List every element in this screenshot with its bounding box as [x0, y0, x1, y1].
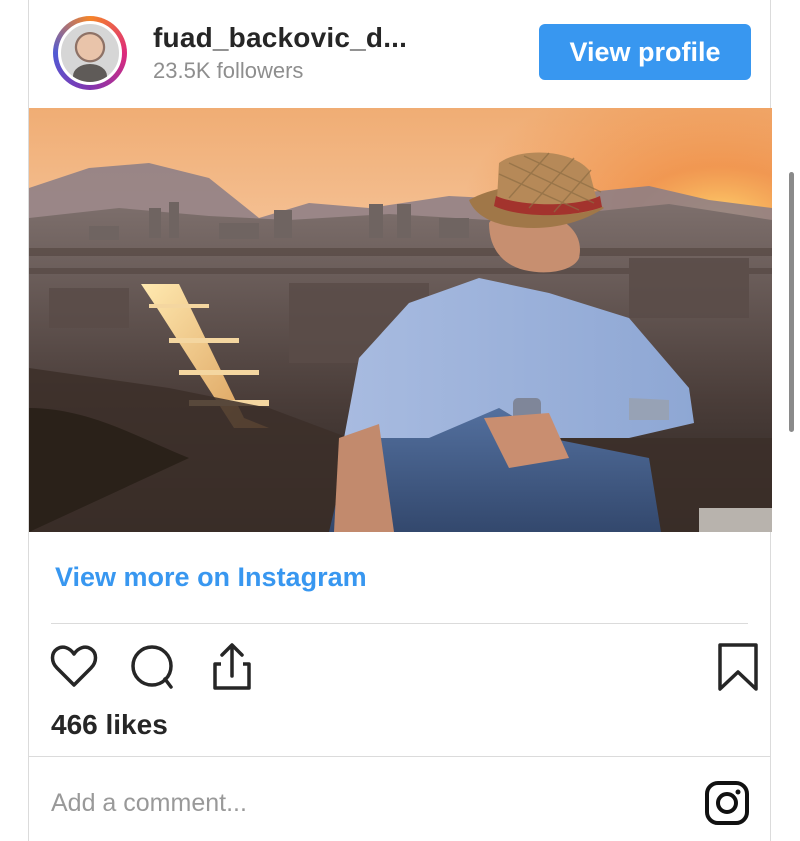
comment-icon[interactable]	[125, 640, 179, 694]
divider	[51, 623, 748, 624]
heart-icon[interactable]	[47, 640, 101, 694]
username[interactable]: fuad_backovic_d...	[153, 22, 407, 54]
profile-avatar[interactable]	[53, 16, 127, 90]
post-photo[interactable]	[29, 108, 772, 532]
post-photo-image	[29, 108, 772, 532]
comment-input[interactable]	[49, 782, 673, 824]
avatar-image	[58, 21, 122, 85]
instagram-icon[interactable]	[703, 779, 751, 827]
like-count: 466 likes	[51, 709, 168, 740]
follower-count: 23.5K followers	[153, 58, 304, 83]
view-more-on-instagram-link[interactable]: View more on Instagram	[55, 562, 367, 593]
post-header: fuad_backovic_d... 23.5K followers View …	[29, 0, 772, 108]
view-profile-button[interactable]: View profile	[539, 24, 751, 80]
instagram-embed-card: fuad_backovic_d... 23.5K followers View …	[28, 0, 772, 841]
scrollbar[interactable]	[789, 172, 794, 432]
divider	[29, 756, 770, 757]
share-icon[interactable]	[205, 640, 259, 694]
post-actions	[47, 640, 758, 694]
bookmark-icon[interactable]	[711, 640, 765, 694]
